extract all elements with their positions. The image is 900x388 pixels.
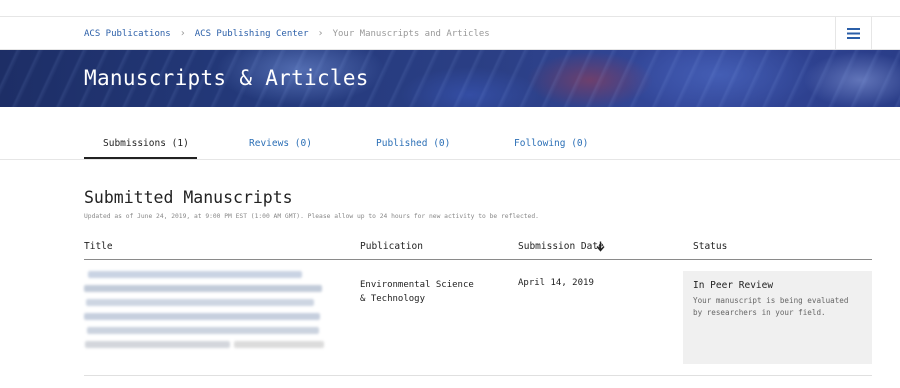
status-description: Your manuscript is being evaluated by re… [693,296,849,317]
publication-name: Environmental Science & Technology [360,280,474,304]
section-title: Submitted Manuscripts [84,188,293,207]
breadcrumb: ACS Publications › ACS Publishing Center… [84,28,490,39]
active-tab-indicator [84,157,197,159]
hamburger-menu-icon [847,28,860,39]
column-publication: Publication [360,241,423,252]
breadcrumb-publishing-center[interactable]: ACS Publishing Center [195,29,309,39]
table-row: Environmental Science & Technology April… [84,261,872,376]
column-submission-date[interactable]: Submission Date [518,241,604,252]
submission-date: April 14, 2019 [518,278,594,288]
table-header: Title Publication Submission Date Status [84,240,872,260]
page-title: Manuscripts & Articles [84,66,369,90]
column-title: Title [84,241,113,252]
menu-button[interactable] [835,17,872,50]
arrow-down-icon[interactable] [596,241,605,255]
breadcrumb-acs-publications[interactable]: ACS Publications [84,29,171,39]
tab-bar: Submissions (1) Reviews (0) Published (0… [0,133,900,160]
breadcrumb-current: Your Manuscripts and Articles [332,28,490,39]
top-navigation-bar: ACS Publications › ACS Publishing Center… [0,16,900,50]
status-card: In Peer Review Your manuscript is being … [683,271,872,364]
tab-following[interactable]: Following (0) [514,138,588,149]
chevron-right-icon: › [179,28,186,39]
column-status: Status [693,241,728,252]
status-label: In Peer Review [693,280,774,291]
manuscript-title-redacted[interactable] [84,269,324,364]
updated-note: Updated as of June 24, 2019, at 9:00 PM … [84,213,539,220]
page-banner: Manuscripts & Articles [0,50,900,107]
tab-published[interactable]: Published (0) [376,138,450,149]
tab-submissions[interactable]: Submissions (1) [103,138,189,149]
chevron-right-icon: › [317,28,324,39]
tab-reviews[interactable]: Reviews (0) [249,138,312,149]
